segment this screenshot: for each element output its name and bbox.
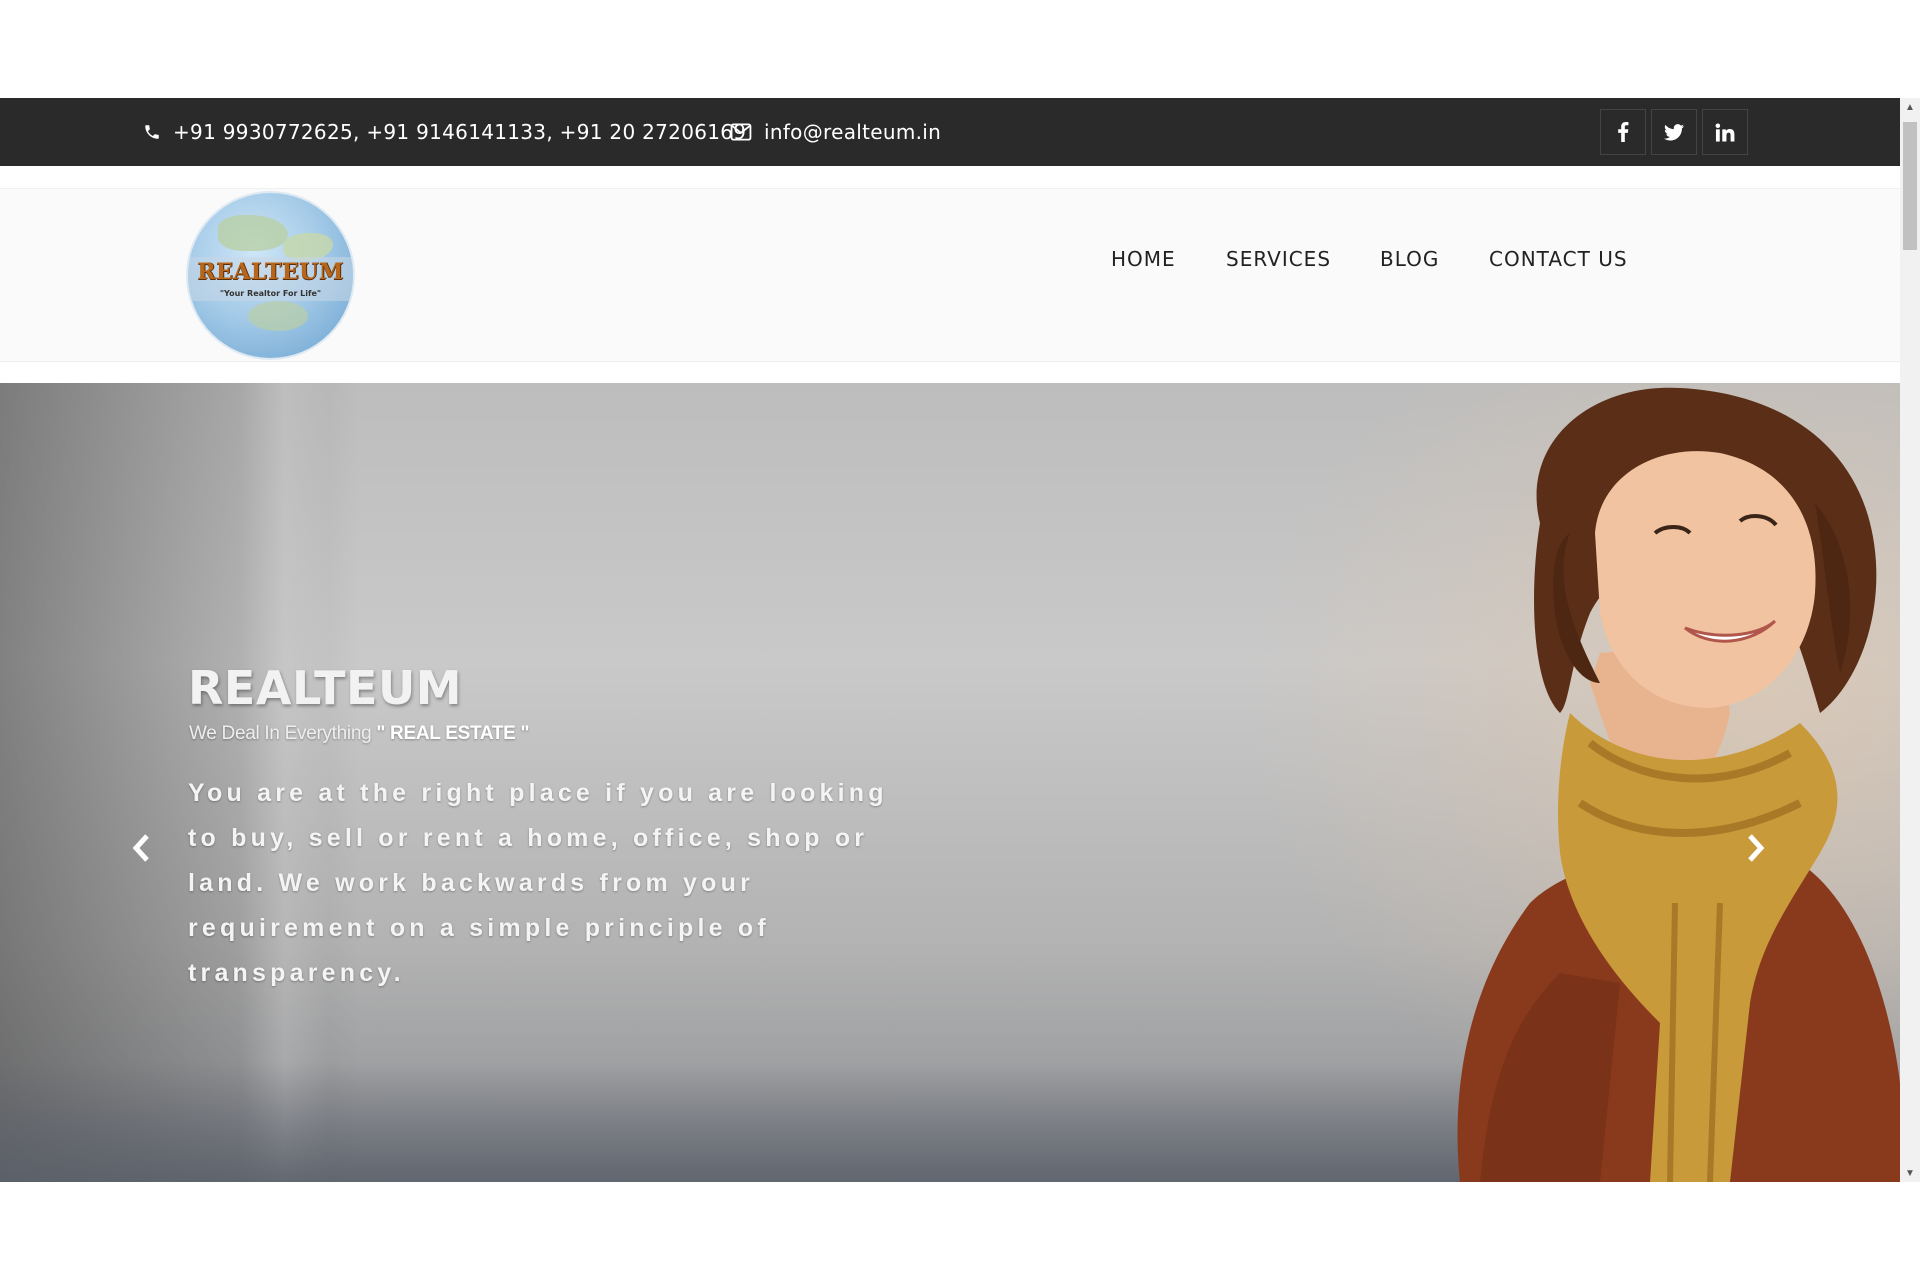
twitter-icon: [1664, 123, 1684, 140]
linkedin-icon: [1715, 122, 1735, 142]
phone-icon: [145, 125, 159, 139]
email-address[interactable]: info@realteum.in: [764, 120, 941, 144]
logo-wordmark: REALTEUM: [197, 259, 344, 285]
facebook-icon: [1618, 122, 1629, 142]
hero-description: You are at the right place if you are lo…: [188, 779, 888, 987]
facebook-button[interactable]: [1600, 109, 1646, 155]
hero-slider: REALTEUM We Deal In Everything " REAL ES…: [0, 383, 1900, 1182]
woman-photo: [1457, 387, 1900, 1182]
scrollbar-thumb[interactable]: [1903, 122, 1917, 250]
envelope-icon: [730, 123, 752, 141]
hero-subtitle-prefix: We Deal In Everything: [189, 723, 372, 744]
logo-tagline: "Your Realtor For Life": [219, 289, 322, 298]
email-contact[interactable]: info@realteum.in: [730, 98, 941, 166]
twitter-button[interactable]: [1651, 109, 1697, 155]
hero-subtitle: We Deal In Everything " REAL ESTATE ": [189, 723, 530, 745]
website: +91 9930772625, +91 9146141133, +91 20 2…: [0, 98, 1900, 1182]
nav-services[interactable]: SERVICES: [1226, 247, 1331, 271]
scroll-up-arrow[interactable]: ▲: [1900, 98, 1920, 116]
social-links: [1600, 109, 1748, 155]
chevron-left-icon: [132, 834, 149, 862]
phone-numbers: +91 9930772625, +91 9146141133, +91 20 2…: [173, 120, 747, 144]
slider-prev-button[interactable]: [121, 825, 161, 871]
nav-contact-us[interactable]: CONTACT US: [1489, 247, 1628, 271]
phone-contact: +91 9930772625, +91 9146141133, +91 20 2…: [143, 98, 746, 166]
hero-title: REALTEUM: [188, 661, 463, 715]
main-header: REALTEUM "Your Realtor For Life" HOME SE…: [0, 188, 1900, 362]
realteum-logo[interactable]: REALTEUM "Your Realtor For Life": [188, 193, 353, 358]
linkedin-button[interactable]: [1702, 109, 1748, 155]
nav-blog[interactable]: BLOG: [1380, 247, 1439, 271]
hero-subtitle-highlight: " REAL ESTATE ": [376, 723, 530, 744]
slider-next-button[interactable]: [1736, 825, 1776, 871]
scroll-down-arrow[interactable]: ▼: [1900, 1164, 1920, 1182]
top-contact-bar: +91 9930772625, +91 9146141133, +91 20 2…: [0, 98, 1900, 166]
page-scrollbar[interactable]: ▲ ▼: [1900, 98, 1920, 1182]
nav-home[interactable]: HOME: [1111, 247, 1176, 271]
chevron-right-icon: [1748, 834, 1765, 862]
